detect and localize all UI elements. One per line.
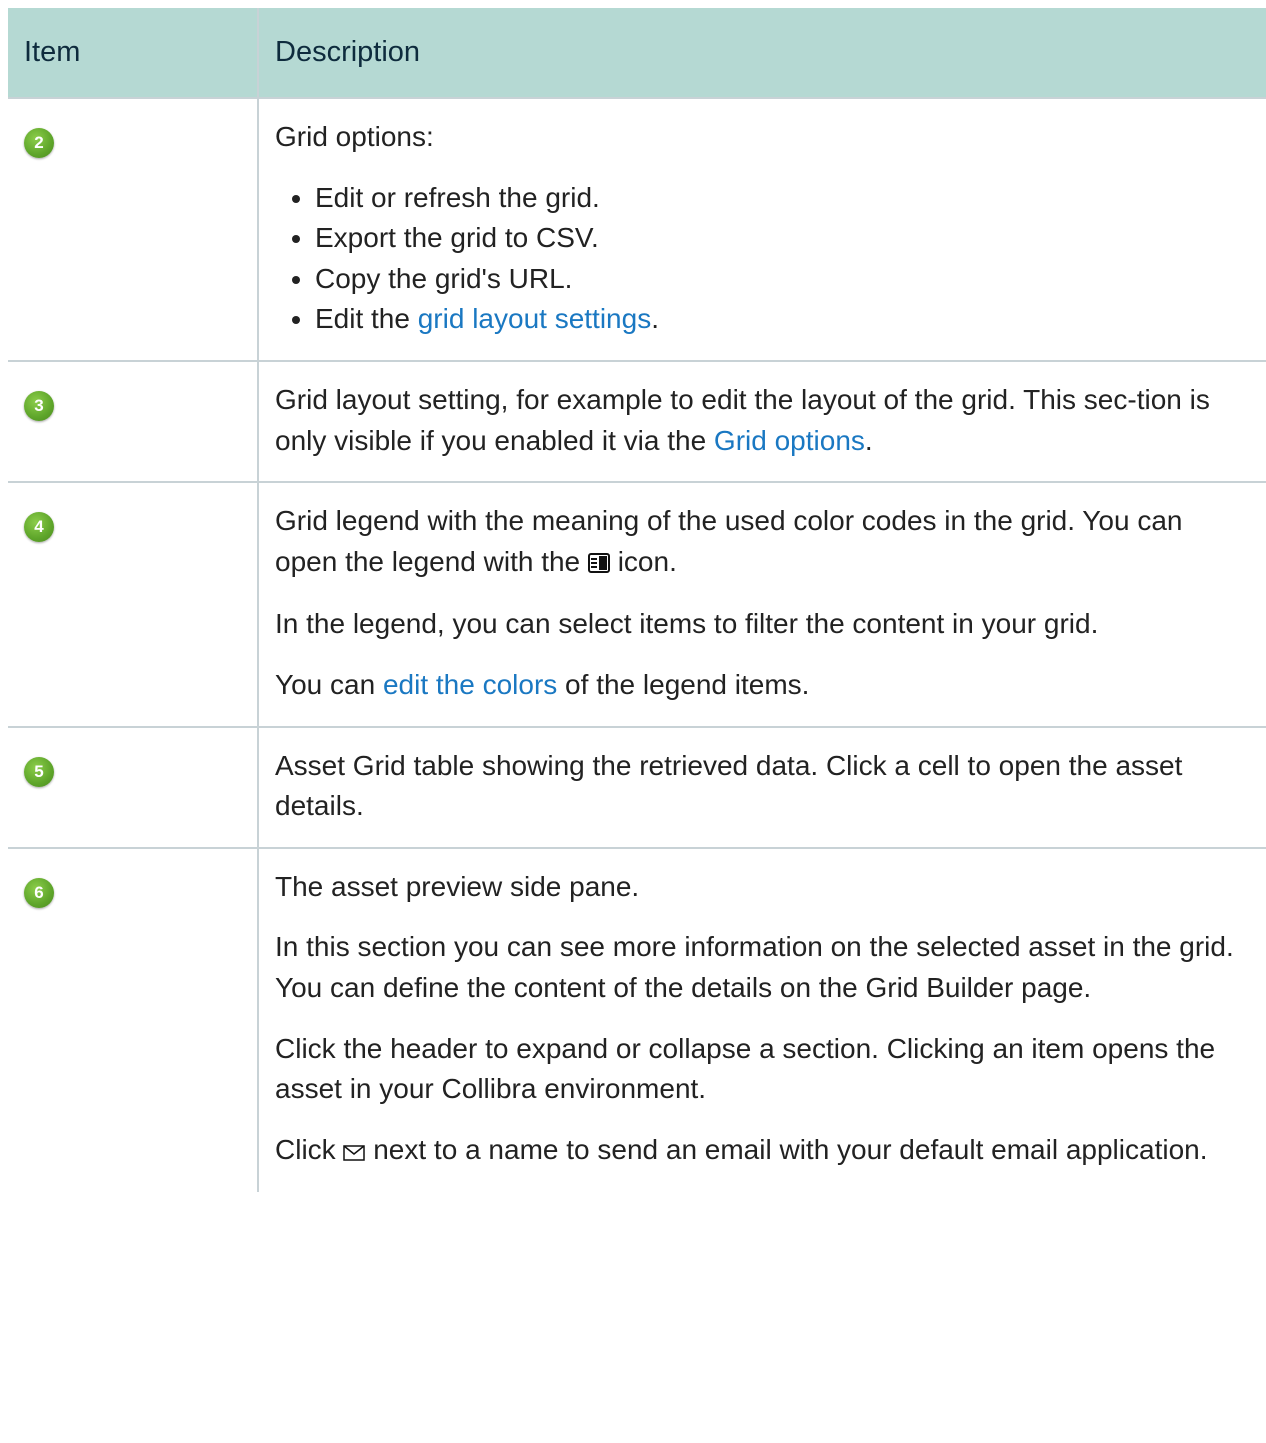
- description-text: In the legend, you can select items to f…: [275, 608, 1099, 640]
- option-list: Edit or refresh the grid. Export the gri…: [275, 178, 1250, 340]
- table-header-row: Item Description: [8, 8, 1266, 98]
- text-fragment: .: [864, 424, 873, 456]
- number-badge: 2: [24, 128, 54, 158]
- number-badge: 4: [24, 512, 54, 543]
- description-cell: Grid legend with the meaning of the used…: [258, 481, 1266, 727]
- text-fragment: next to a name to send an email with you…: [365, 1133, 1208, 1165]
- item-cell: 3: [8, 359, 259, 483]
- list-item: Export the grid to CSV.: [315, 218, 1250, 259]
- item-cell: 4: [8, 481, 259, 727]
- number-badge: 3: [24, 390, 54, 421]
- description-text: You can edit the colors of the legend it…: [275, 665, 1250, 706]
- legend-icon: [587, 544, 610, 585]
- envelope-icon: [343, 1132, 366, 1173]
- description-text: In this section you can see more informa…: [275, 931, 1234, 1003]
- text-fragment: Grid legend with the meaning of the used…: [275, 505, 1183, 577]
- text-fragment: of the legend items.: [557, 668, 810, 700]
- description-text: Grid legend with the meaning of the used…: [275, 501, 1250, 584]
- number-badge: 5: [24, 756, 54, 787]
- text-fragment: Click: [275, 1133, 344, 1165]
- description-table: Item Description 2 Grid options: Edit or…: [8, 8, 1266, 1193]
- description-text: Grid layout setting, for example to edit…: [275, 380, 1250, 461]
- description-cell: Grid options: Edit or refresh the grid. …: [258, 97, 1266, 361]
- grid-options-link[interactable]: Grid options: [714, 425, 865, 456]
- header-description: Description: [258, 8, 1266, 98]
- item-cell: 2: [8, 97, 259, 361]
- list-item: Edit or refresh the grid.: [315, 178, 1250, 219]
- text-fragment: icon.: [609, 545, 677, 577]
- edit-colors-link[interactable]: edit the colors: [383, 669, 557, 700]
- item-cell: 5: [8, 725, 259, 848]
- item-cell: 6: [8, 846, 259, 1193]
- text-fragment: .: [651, 303, 659, 335]
- number-badge: 6: [24, 877, 54, 908]
- table-row: 3 Grid layout setting, for example to ed…: [8, 359, 1266, 483]
- description-text: Grid options:: [275, 121, 434, 152]
- description-cell: Asset Grid table showing the retrieved d…: [258, 725, 1266, 848]
- description-text: Click the header to expand or collapse a…: [275, 1032, 1216, 1105]
- grid-layout-settings-link[interactable]: grid layout settings: [418, 303, 651, 334]
- description-text: Asset Grid table showing the retrieved d…: [275, 749, 1183, 822]
- description-cell: Grid layout setting, for example to edit…: [258, 359, 1266, 483]
- description-text: Click next to a name to send an email wi…: [275, 1130, 1250, 1173]
- description-text: The asset preview side pane.: [275, 870, 640, 902]
- list-item: Edit the grid layout settings.: [315, 299, 1250, 340]
- table-row: 6 The asset preview side pane. In this s…: [8, 846, 1266, 1193]
- header-item: Item: [8, 8, 259, 98]
- text-fragment: Edit the: [315, 303, 418, 335]
- table-row: 4 Grid legend with the meaning of the us…: [8, 481, 1266, 727]
- table-row: 5 Asset Grid table showing the retrieved…: [8, 725, 1266, 848]
- list-item: Copy the grid's URL.: [315, 259, 1250, 300]
- table-row: 2 Grid options: Edit or refresh the grid…: [8, 97, 1266, 361]
- description-cell: The asset preview side pane. In this sec…: [258, 846, 1266, 1193]
- text-fragment: You can: [275, 668, 383, 700]
